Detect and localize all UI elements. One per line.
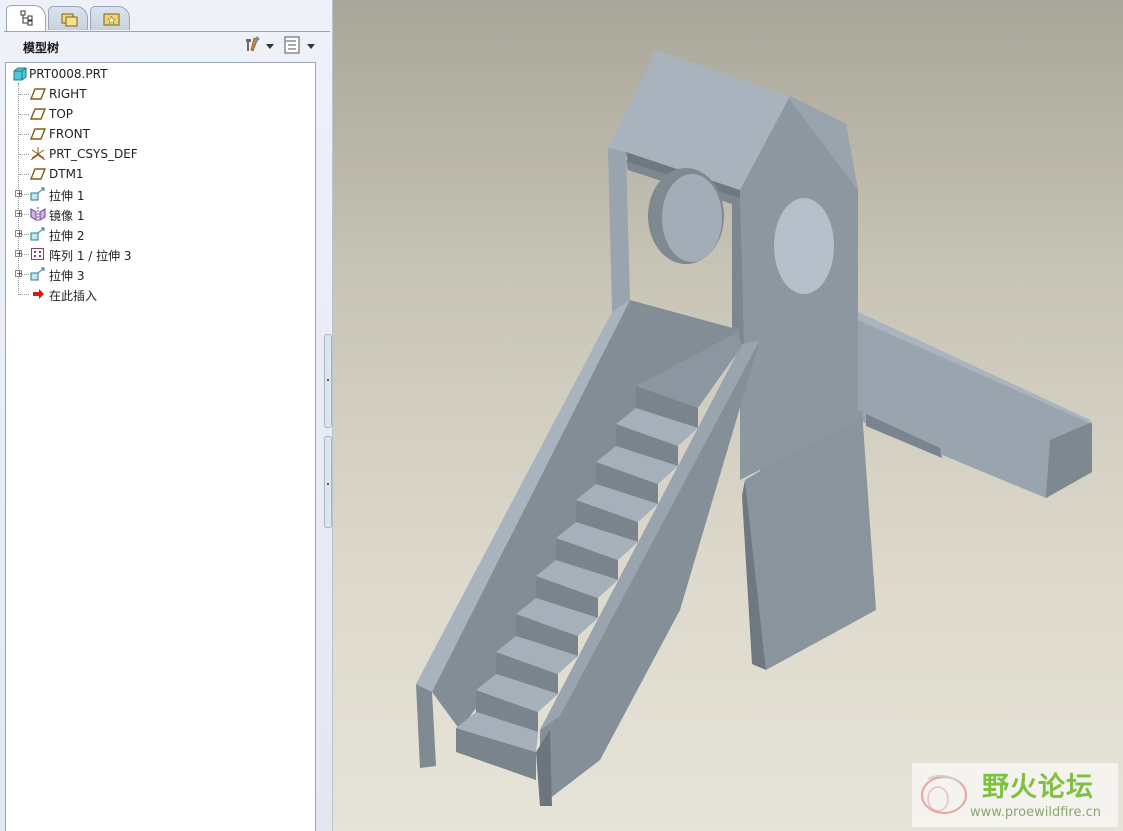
tree-item-mirror-1[interactable]: + 镜像 1 <box>6 204 306 224</box>
expand-toggle[interactable]: + <box>15 190 23 198</box>
expand-toggle[interactable]: + <box>15 250 23 258</box>
tree-item-extrude-3[interactable]: + 拉伸 3 <box>6 264 306 284</box>
extrude-icon <box>30 267 45 281</box>
datum-plane-icon <box>30 88 46 100</box>
chevron-down-icon <box>307 44 315 49</box>
tree-item-extrude-1[interactable]: + 拉伸 1 <box>6 184 306 204</box>
tree-item-label: 拉伸 3 <box>49 269 85 283</box>
extrude-icon <box>30 187 45 201</box>
pattern-icon <box>31 248 44 260</box>
tree-item-csys[interactable]: PRT_CSYS_DEF <box>6 144 306 164</box>
tree-item-label: 拉伸 1 <box>49 189 85 203</box>
tree-insert-here[interactable]: 在此插入 <box>6 284 306 304</box>
mirror-icon <box>30 207 46 221</box>
datum-plane-icon <box>30 168 46 180</box>
expand-toggle[interactable]: + <box>15 210 23 218</box>
tree-item-extrude-2[interactable]: + 拉伸 2 <box>6 224 306 244</box>
chevron-down-icon <box>266 44 274 49</box>
tree-item-label: FRONT <box>49 127 90 141</box>
tree-item-top[interactable]: TOP <box>6 104 306 124</box>
watermark-url: www.proewildfire.cn <box>970 805 1101 820</box>
panel-splitter-handle[interactable] <box>324 334 332 428</box>
watermark-logo <box>921 774 967 814</box>
navigator-panel: 模型树 PRT0008.PRT RIGHT TOP FRONT PRT_CSYS… <box>0 0 333 831</box>
expand-toggle[interactable]: + <box>15 230 23 238</box>
folder-browser-tab[interactable] <box>48 6 88 30</box>
favorites-tab[interactable] <box>90 6 130 30</box>
part-icon <box>13 67 27 81</box>
favorites-folder-icon <box>103 13 120 26</box>
model-tree-title: 模型树 <box>23 41 60 55</box>
extrude-icon <box>30 227 45 241</box>
part-model-render[interactable] <box>333 0 1123 831</box>
tree-item-label: DTM1 <box>49 167 84 181</box>
datum-plane-icon <box>30 128 46 140</box>
tools-icon <box>246 36 260 52</box>
model-tree-tab[interactable] <box>6 5 46 31</box>
tree-item-label: PRT_CSYS_DEF <box>49 147 138 161</box>
panel-splitter-handle[interactable] <box>324 436 332 528</box>
coordinate-system-icon <box>30 147 46 161</box>
tree-item-label: 镜像 1 <box>49 209 85 223</box>
tree-settings-button[interactable] <box>242 36 276 56</box>
tree-item-label: 阵列 1 / 拉伸 3 <box>49 249 132 263</box>
model-tree-header: 模型树 <box>4 32 326 60</box>
watermark-title: 野火论坛 <box>982 772 1094 803</box>
tree-item-right[interactable]: RIGHT <box>6 84 306 104</box>
tree-item-label: TOP <box>49 107 74 121</box>
expand-toggle[interactable]: + <box>15 270 23 278</box>
navigator-tabs <box>4 4 330 32</box>
graphics-viewport[interactable]: 野火论坛 www.proewildfire.cn <box>333 0 1123 831</box>
datum-plane-icon <box>30 108 46 120</box>
forum-watermark: 野火论坛 www.proewildfire.cn <box>912 763 1118 827</box>
tree-item-label: PRT0008.PRT <box>29 67 108 81</box>
tree-icon <box>20 10 33 26</box>
folders-icon <box>61 13 78 27</box>
tree-item-label: 拉伸 2 <box>49 229 85 243</box>
tree-item-label: RIGHT <box>49 87 87 101</box>
tree-item-label: 在此插入 <box>49 289 98 303</box>
tree-item-front[interactable]: FRONT <box>6 124 306 144</box>
tree-show-button[interactable] <box>283 36 317 56</box>
tree-item-pattern-1[interactable]: + 阵列 1 / 拉伸 3 <box>6 244 306 264</box>
tree-item-dtm1[interactable]: DTM1 <box>6 164 306 184</box>
tree-root-item[interactable]: PRT0008.PRT <box>6 64 306 84</box>
insert-here-arrow-icon <box>33 289 44 299</box>
list-view-icon <box>284 36 300 54</box>
model-tree: PRT0008.PRT RIGHT TOP FRONT PRT_CSYS_DEF… <box>5 62 316 831</box>
